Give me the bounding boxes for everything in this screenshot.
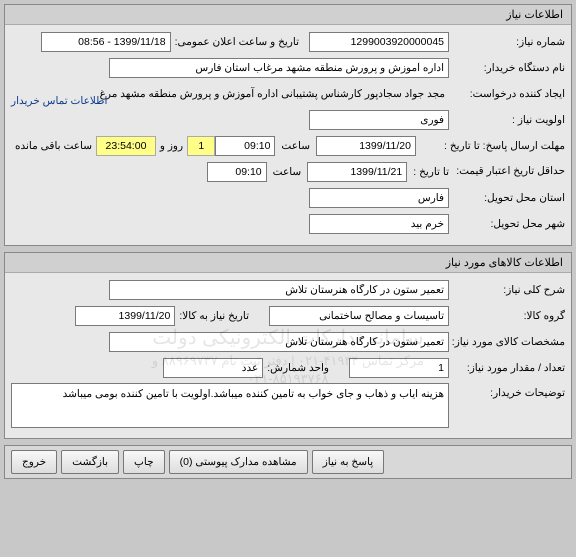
panel1-header: اطلاعات نیاز (5, 5, 571, 25)
panel2-header: اطلاعات کالاهای مورد نیاز (5, 253, 571, 273)
priority-label: اولویت نیاز : (453, 114, 565, 126)
attachments-button[interactable]: مشاهده مدارک پیوستی (0) (169, 450, 308, 474)
need-no-label: شماره نیاز: (453, 36, 565, 48)
desc-textarea[interactable] (11, 383, 449, 428)
need-no-input[interactable] (309, 32, 449, 52)
qty-input[interactable] (349, 358, 449, 378)
validity-label: حداقل تاریخ اعتبار قیمت: (453, 165, 565, 179)
time-remain: 23:54:00 (96, 136, 156, 156)
days-label: روز و (160, 140, 183, 152)
deadline-time-label: ساعت (281, 140, 310, 152)
unit-label: واحد شمارش: (267, 362, 329, 374)
buyer-label: نام دستگاه خریدار: (453, 62, 565, 74)
panel1-body: شماره نیاز: تاریخ و ساعت اعلان عمومی: نا… (5, 25, 571, 245)
validity-time-label: ساعت (273, 166, 302, 178)
contact-link[interactable]: اطلاعات تماس خریدار (11, 95, 107, 107)
group-label: گروه کالا: (453, 310, 565, 322)
validity-time-input[interactable] (207, 162, 267, 182)
requester-label: ایجاد کننده درخواست: (453, 88, 565, 100)
deadline-date-input[interactable] (316, 136, 416, 156)
group-input[interactable] (269, 306, 449, 326)
back-button[interactable]: بازگشت (61, 450, 119, 474)
validity-date-input[interactable] (307, 162, 407, 182)
unit-input[interactable] (163, 358, 263, 378)
desc-label: توضیحات خریدار: (453, 383, 565, 399)
need-date-label: تاریخ نیاز به کالا: (179, 310, 249, 322)
remain-label: ساعت باقی مانده (15, 140, 92, 152)
summary-input[interactable] (109, 280, 449, 300)
need-date-input[interactable] (75, 306, 175, 326)
validity-sub: تا تاریخ : (413, 166, 449, 178)
announce-input[interactable] (41, 32, 171, 52)
city-input[interactable] (309, 214, 449, 234)
buyer-input[interactable] (109, 58, 449, 78)
deadline-label: مهلت ارسال پاسخ: تا تاریخ : (420, 140, 565, 152)
announce-label: تاریخ و ساعت اعلان عمومی: (175, 36, 299, 48)
deadline-time-input[interactable] (215, 136, 275, 156)
need-info-panel: اطلاعات نیاز شماره نیاز: تاریخ و ساعت اع… (4, 4, 572, 246)
respond-button[interactable]: پاسخ به نیاز (312, 450, 384, 474)
qty-label: تعداد / مقدار مورد نیاز: (453, 362, 565, 374)
city-label: شهر محل تحویل: (453, 218, 565, 230)
days-remain: 1 (187, 136, 215, 156)
spec-label: مشخصات کالای مورد نیاز: (453, 336, 565, 348)
priority-input[interactable] (309, 110, 449, 130)
province-input[interactable] (309, 188, 449, 208)
goods-info-panel: اطلاعات کالاهای مورد نیاز سامانه تدارکات… (4, 252, 572, 439)
province-label: استان محل تحویل: (453, 192, 565, 204)
button-bar: پاسخ به نیاز مشاهده مدارک پیوستی (0) چاپ… (4, 445, 572, 479)
spec-input[interactable] (109, 332, 449, 352)
exit-button[interactable]: خروج (11, 450, 57, 474)
summary-label: شرح کلی نیاز: (453, 284, 565, 296)
print-button[interactable]: چاپ (123, 450, 165, 474)
panel2-body: سامانه تدارکات الکترونیکی دولت مرکز تماس… (5, 273, 571, 438)
requester-text: مجد جواد سجادپور کارشناس پشتیبانی اداره … (100, 88, 449, 100)
